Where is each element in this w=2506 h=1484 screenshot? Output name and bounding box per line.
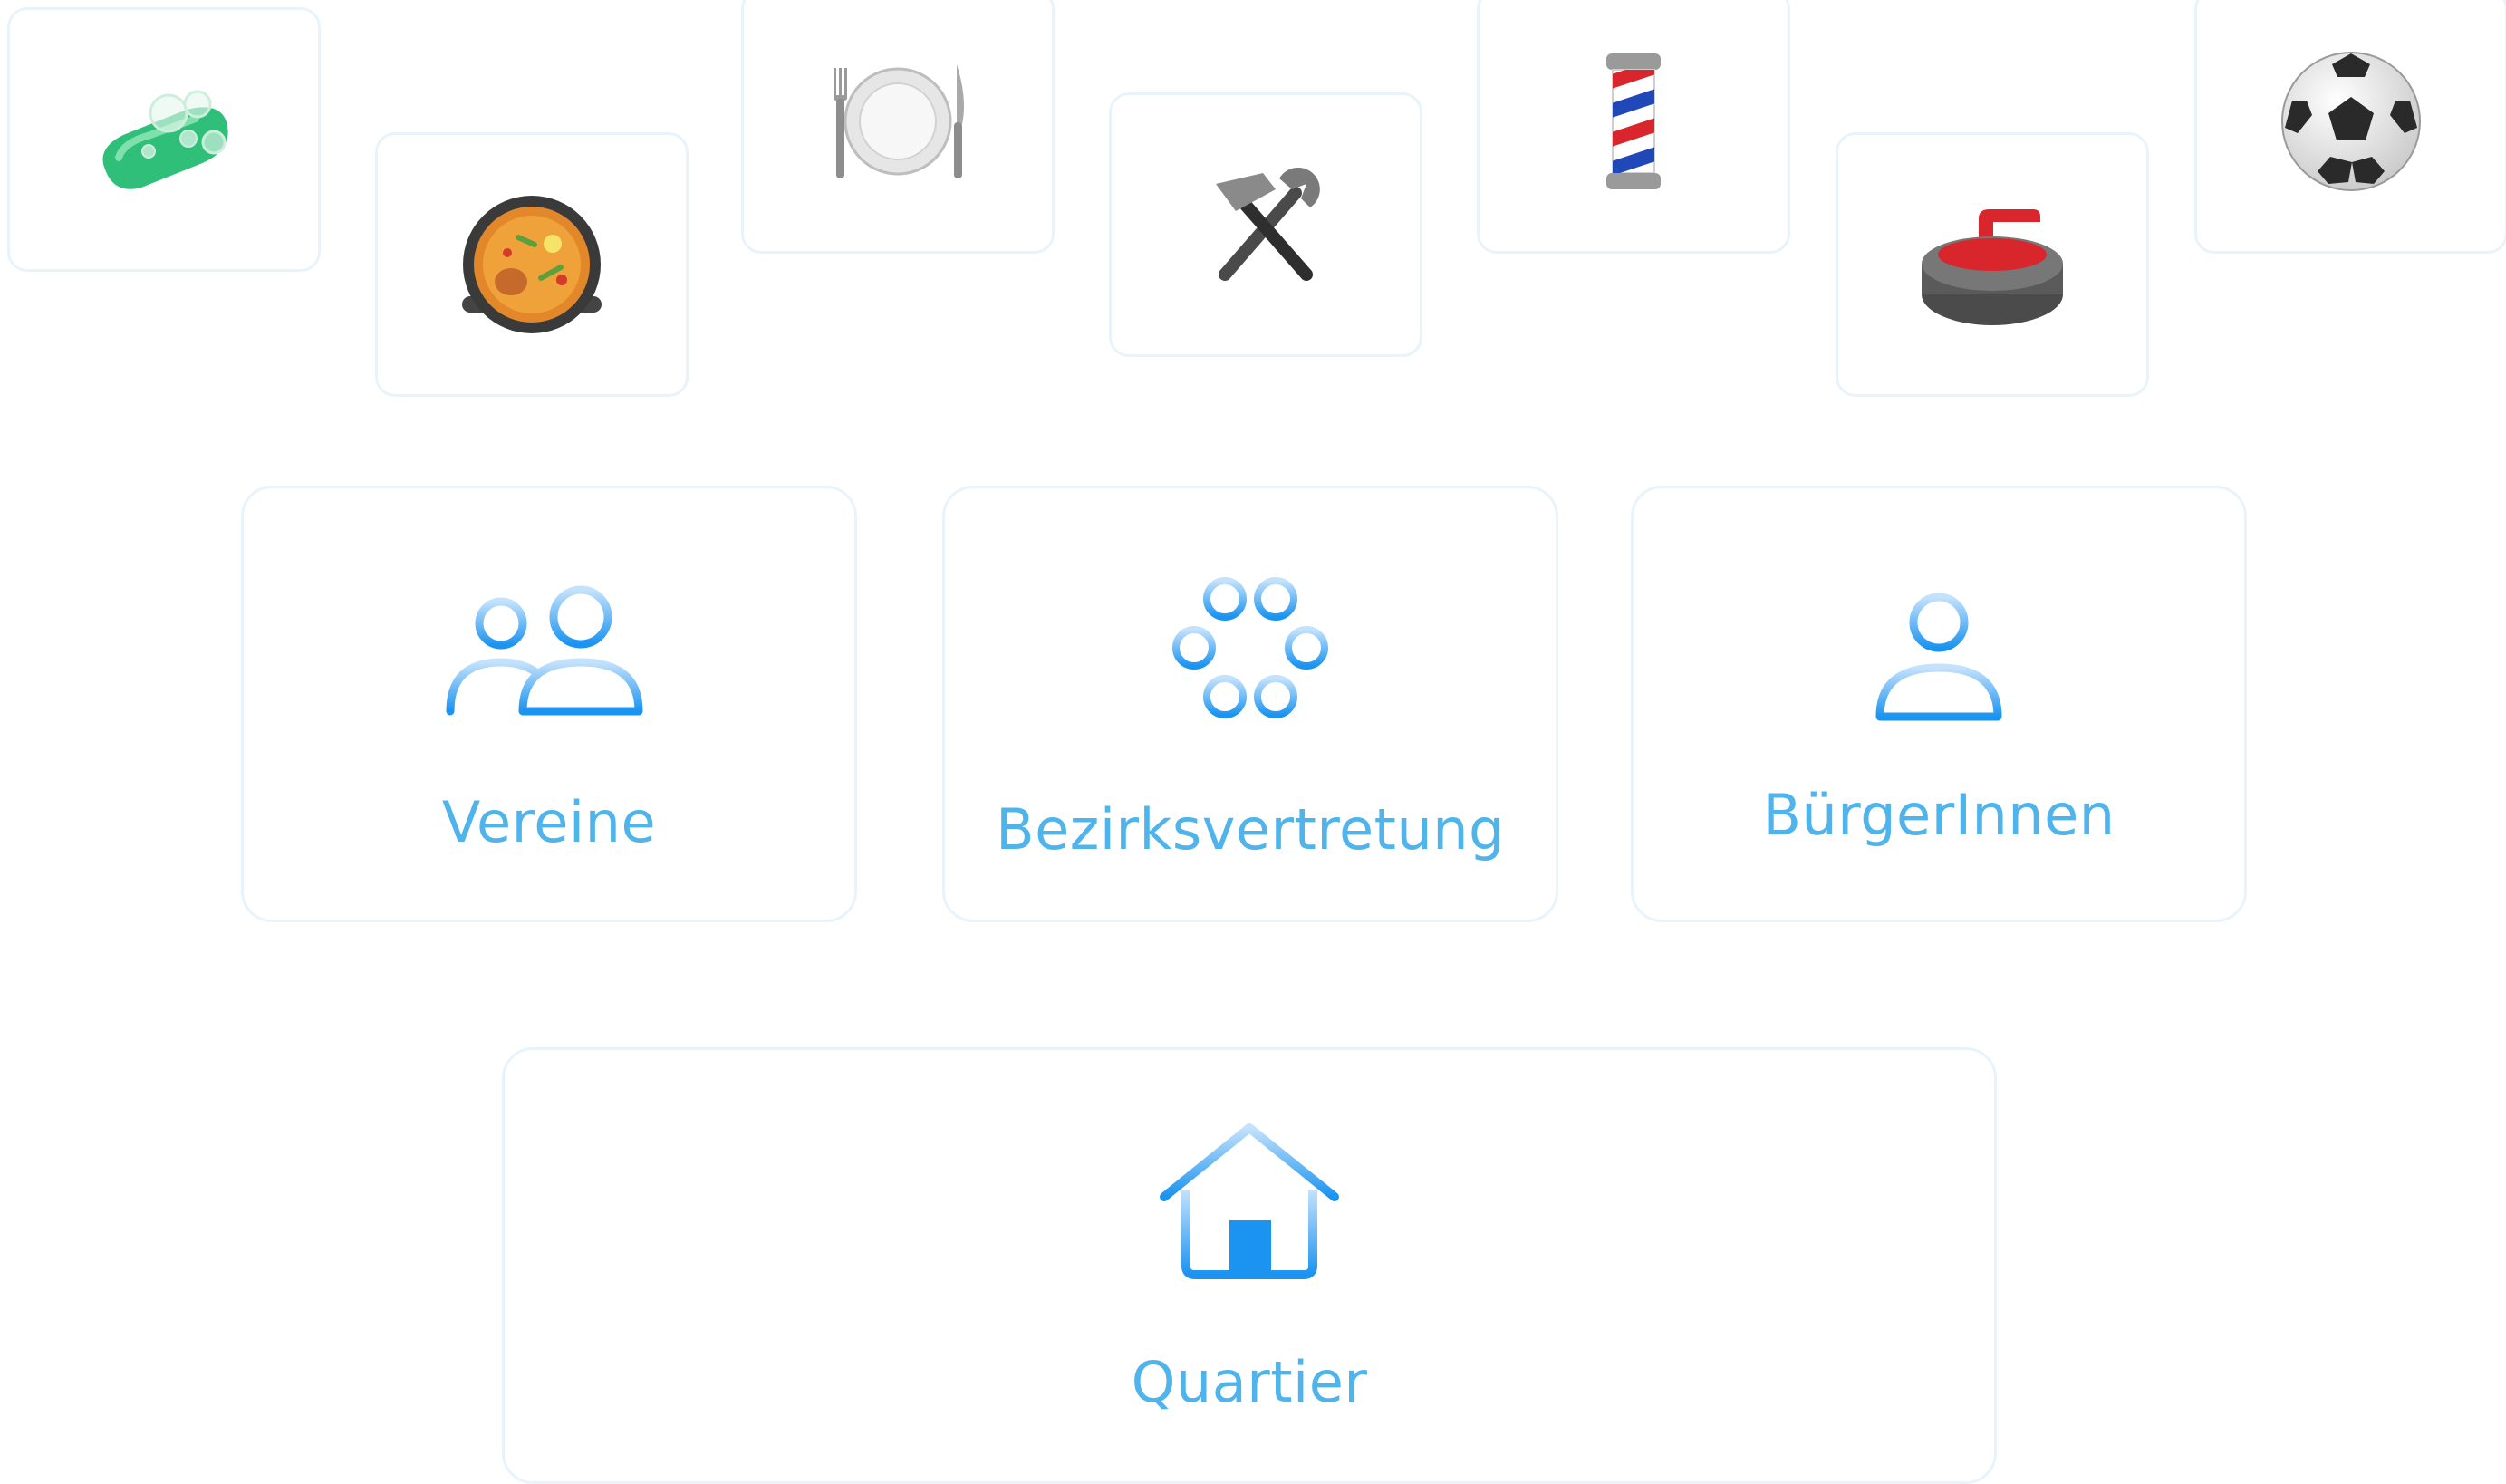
curling-stone-icon xyxy=(1922,209,2063,325)
circle-of-people-icon xyxy=(1172,577,1328,718)
card-label: BürgerInnen xyxy=(1762,782,2116,848)
card-label: Bezirksvertretung xyxy=(996,796,1505,862)
hammer-wrench-icon xyxy=(1216,167,1320,281)
tile-dining[interactable] xyxy=(741,0,1055,254)
card-bezirksvertretung[interactable]: Bezirksvertretung xyxy=(942,486,1558,922)
two-people-icon xyxy=(446,585,643,716)
person-icon xyxy=(1875,593,2002,721)
card-label: Vereine xyxy=(441,789,657,855)
tile-tools[interactable] xyxy=(1109,92,1422,357)
soap-icon xyxy=(102,90,228,189)
card-vereine[interactable]: Vereine xyxy=(241,486,857,922)
tile-soap[interactable] xyxy=(7,7,321,272)
card-quartier[interactable]: Quartier xyxy=(502,1047,1997,1484)
tile-paella[interactable] xyxy=(375,132,689,397)
tile-soccer[interactable] xyxy=(2194,0,2506,254)
house-icon xyxy=(1160,1123,1339,1279)
card-label: Quartier xyxy=(1131,1349,1368,1415)
soccer-ball-icon xyxy=(2281,52,2421,191)
tile-barber[interactable] xyxy=(1477,0,1790,254)
card-buergerinnen[interactable]: BürgerInnen xyxy=(1631,486,2247,922)
barber-pole-icon xyxy=(1606,53,1661,189)
paella-pan-icon xyxy=(462,196,602,333)
tile-curling[interactable] xyxy=(1836,132,2149,397)
fork-knife-plate-icon xyxy=(834,64,964,178)
